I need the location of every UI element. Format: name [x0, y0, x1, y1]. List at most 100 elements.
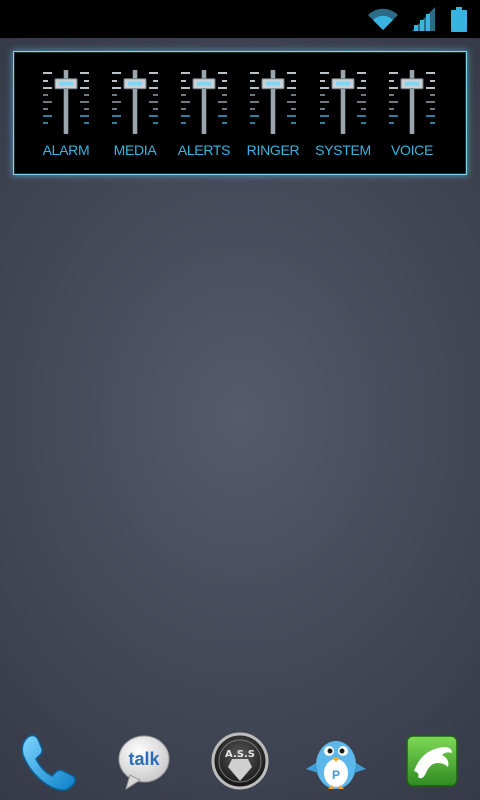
- slider-tick: [361, 122, 366, 124]
- slider-track-graphic: [181, 70, 227, 134]
- dolphin-app[interactable]: [400, 729, 464, 793]
- volume-channel-alarm[interactable]: ALARM: [26, 52, 106, 174]
- slider-knob[interactable]: [248, 66, 298, 138]
- slider-tick: [80, 115, 89, 117]
- slider-tick: [320, 87, 329, 89]
- slider-tick: [43, 122, 48, 124]
- slider-tick: [80, 72, 89, 74]
- slider-tick: [357, 115, 366, 117]
- slider-tick: [389, 101, 398, 103]
- slider-knob-indicator: [405, 81, 419, 86]
- slider-tick: [287, 101, 296, 103]
- volume-channel-ringer[interactable]: RINGER: [233, 52, 313, 174]
- slider-tick: [149, 72, 158, 74]
- slider-tick: [149, 101, 158, 103]
- ass-label: A.S.S: [225, 749, 255, 760]
- slider-tick: [250, 108, 255, 110]
- channel-label: SYSTEM: [315, 142, 371, 158]
- slider-tick: [361, 80, 366, 82]
- slider-tick: [84, 122, 89, 124]
- slider-tick: [320, 115, 329, 117]
- channel-label: ALARM: [42, 142, 90, 158]
- slider-knob-indicator: [197, 81, 211, 86]
- slider-tick: [80, 101, 89, 103]
- slider-tick: [153, 80, 158, 82]
- slider-tick: [320, 122, 325, 124]
- slider-tick: [320, 80, 325, 82]
- slider-tick: [222, 80, 227, 82]
- slider-tick: [43, 87, 52, 89]
- slider-tick: [84, 94, 89, 96]
- slider-tick: [389, 72, 398, 74]
- slider-tick: [291, 94, 296, 96]
- talk-app[interactable]: talk: [112, 729, 176, 793]
- volume-channel-alerts[interactable]: ALERTS: [164, 52, 244, 174]
- slider-tick: [43, 80, 48, 82]
- slider-tick: [181, 72, 190, 74]
- slider-tick: [43, 101, 52, 103]
- slider-tick: [112, 108, 117, 110]
- slider-tick: [181, 115, 190, 117]
- slider-tick: [181, 101, 190, 103]
- ass-app[interactable]: A.S.S: [208, 729, 272, 793]
- plume-app[interactable]: P: [304, 729, 368, 793]
- slider-tick: [43, 108, 48, 110]
- plume-bird-icon: P: [306, 741, 366, 789]
- slider-tick: [389, 80, 394, 82]
- volume-channel-media[interactable]: MEDIA: [95, 52, 175, 174]
- slider-tick: [426, 72, 435, 74]
- slider-knob[interactable]: [318, 66, 368, 138]
- slider-knob[interactable]: [179, 66, 229, 138]
- slider-tick: [250, 87, 259, 89]
- slider-tick: [389, 108, 394, 110]
- slider-track-graphic: [250, 70, 296, 134]
- slider-tick: [287, 72, 296, 74]
- slider-tick: [250, 72, 259, 74]
- phone-icon[interactable]: [16, 729, 80, 793]
- slider-tick: [218, 101, 227, 103]
- volume-channel-system[interactable]: SYSTEM: [303, 52, 383, 174]
- slider-tick: [389, 122, 394, 124]
- slider-tick: [181, 122, 186, 124]
- slider-tick: [222, 108, 227, 110]
- plume-label: P: [332, 768, 340, 782]
- app-dock: talk A.S.S P: [0, 725, 480, 800]
- slider-tick: [112, 122, 117, 124]
- slider-tick: [112, 101, 121, 103]
- slider-knob[interactable]: [387, 66, 437, 138]
- slider-tick: [112, 94, 117, 96]
- channel-label: VOICE: [390, 142, 434, 158]
- slider-tick: [153, 108, 158, 110]
- channel-label: ALERTS: [177, 142, 231, 158]
- slider-tick: [181, 87, 190, 89]
- slider-tick: [320, 101, 329, 103]
- slider-tick: [181, 108, 186, 110]
- slider-knob[interactable]: [110, 66, 160, 138]
- slider-tick: [287, 115, 296, 117]
- slider-tick: [250, 101, 259, 103]
- slider-tick: [84, 108, 89, 110]
- slider-tick: [43, 115, 52, 117]
- slider-knob[interactable]: [41, 66, 91, 138]
- slider-knob-indicator: [59, 81, 73, 86]
- slider-tick: [320, 72, 329, 74]
- slider-tick: [149, 87, 158, 89]
- volume-mixer-widget[interactable]: ALARM MEDIA ALERTS RINGER SYSTEM VOICE: [13, 51, 467, 175]
- slider-tick: [320, 108, 325, 110]
- slider-tick: [181, 80, 186, 82]
- slider-tick: [222, 94, 227, 96]
- slider-tick: [361, 94, 366, 96]
- slider-tick: [426, 87, 435, 89]
- battery-icon: [451, 7, 467, 32]
- cell-signal-icon: [412, 7, 435, 31]
- slider-knob-indicator: [128, 81, 142, 86]
- volume-channel-voice[interactable]: VOICE: [372, 52, 452, 174]
- talk-bubble-icon: talk: [118, 735, 170, 791]
- slider-knob-indicator: [266, 81, 280, 86]
- slider-tick: [250, 115, 259, 117]
- slider-tick: [426, 115, 435, 117]
- volume-channels: ALARM MEDIA ALERTS RINGER SYSTEM VOICE: [14, 52, 466, 174]
- slider-tick: [389, 87, 398, 89]
- slider-tick: [218, 115, 227, 117]
- slider-tick: [149, 115, 158, 117]
